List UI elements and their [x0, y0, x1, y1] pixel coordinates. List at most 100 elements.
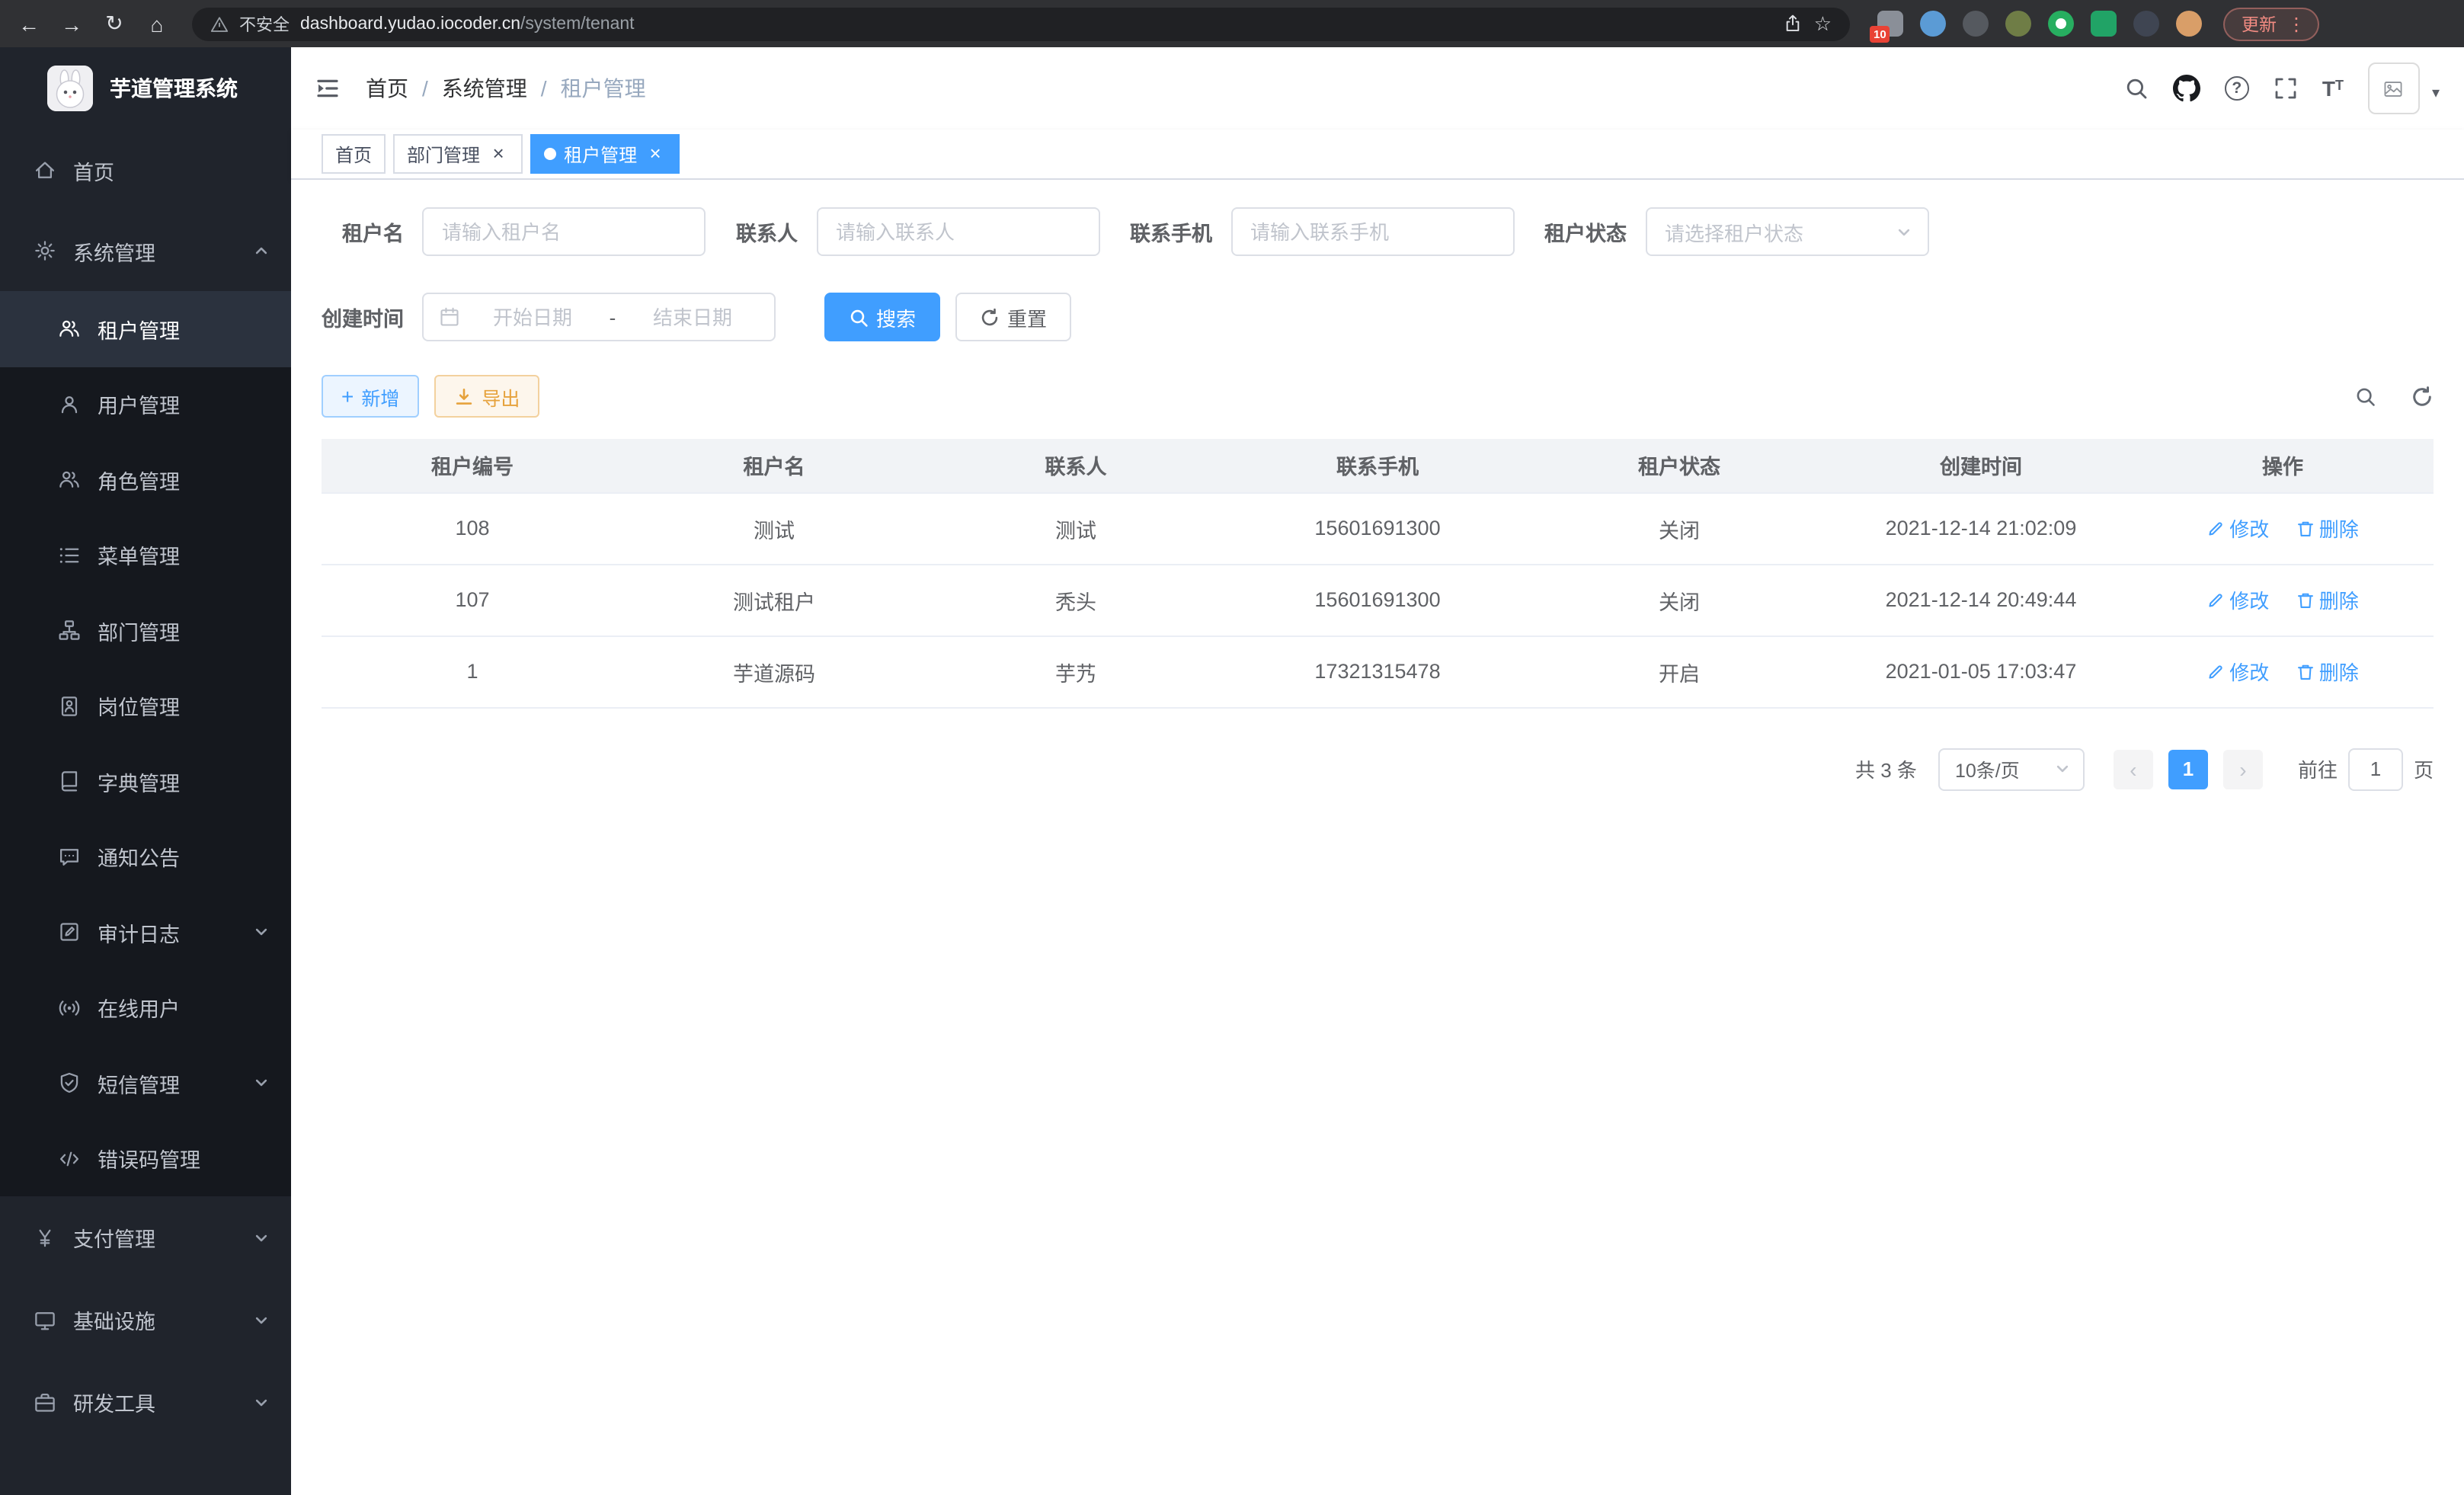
app-logo[interactable]: 芋道管理系统 [0, 47, 291, 130]
sidebar-item-dept-mgmt[interactable]: 部门管理 [0, 593, 291, 668]
fullscreen-icon[interactable] [2274, 76, 2298, 101]
goto-page-input[interactable] [2348, 748, 2403, 790]
add-button[interactable]: + 新增 [322, 375, 419, 418]
export-button[interactable]: 导出 [434, 375, 539, 418]
sidebar-item-role-mgmt[interactable]: 角色管理 [0, 442, 291, 517]
contact-input[interactable] [816, 207, 1099, 256]
org-tree-icon [58, 619, 81, 642]
address-bar[interactable]: 不安全 dashboard.yudao.iocoder.cn/system/te… [192, 7, 1850, 40]
create-time-range-picker[interactable]: - [422, 293, 776, 341]
id-badge-icon [58, 695, 81, 718]
end-date-input[interactable] [626, 306, 759, 328]
chevron-down-icon [253, 1075, 270, 1092]
sidebar-item-notice[interactable]: 通知公告 [0, 819, 291, 895]
edit-link[interactable]: 修改 [2206, 514, 2269, 543]
prev-page-button[interactable]: ‹ [2114, 749, 2153, 789]
gear-icon [34, 239, 56, 262]
share-icon[interactable] [1784, 14, 1803, 34]
filter-label-status: 租户状态 [1544, 216, 1645, 247]
tab-home[interactable]: 首页 [322, 134, 386, 174]
tab-close-icon[interactable]: × [645, 143, 666, 165]
reload-icon[interactable]: ↻ [94, 4, 134, 43]
phone-input[interactable] [1230, 207, 1514, 256]
tab-tenant-mgmt[interactable]: 租户管理× [530, 134, 680, 174]
extension-icon-5[interactable] [2048, 11, 2074, 37]
sidebar-item-payment-mgmt[interactable]: 支付管理 [0, 1196, 291, 1279]
column-header-name: 租户名 [623, 439, 925, 492]
tenant-status-select[interactable]: 请选择租户状态 [1645, 207, 1928, 256]
toggle-search-icon[interactable] [2354, 385, 2377, 408]
cell-actions: 修改 删除 [2132, 564, 2434, 635]
extension-icon-4[interactable] [2005, 11, 2031, 37]
font-size-icon[interactable]: TT [2322, 78, 2344, 99]
sidebar-item-dev-tools[interactable]: 研发工具 [0, 1361, 291, 1443]
page-button-1[interactable]: 1 [2168, 749, 2208, 789]
browser-home-icon[interactable]: ⌂ [137, 4, 177, 43]
sidebar-item-label: 租户管理 [98, 314, 180, 344]
url-path: /system/tenant [520, 14, 635, 33]
refresh-icon [980, 307, 1000, 327]
sidebar-item-infrastructure[interactable]: 基础设施 [0, 1279, 291, 1361]
back-icon[interactable]: ← [9, 4, 49, 43]
pagination-total: 共 3 条 [1855, 754, 1917, 783]
url-text: dashboard.yudao.iocoder.cn/system/tenant [300, 14, 635, 33]
cell-status: 关闭 [1528, 564, 1830, 635]
tab-active-dot [544, 148, 556, 160]
sidebar-item-home[interactable]: 首页 [0, 130, 291, 210]
page-size-select[interactable]: 10条/页 [1938, 748, 2085, 790]
forward-icon[interactable]: → [52, 4, 91, 43]
edit-icon [2206, 519, 2225, 537]
tenant-name-input[interactable] [422, 207, 706, 256]
sidebar-item-error-code-mgmt[interactable]: 错误码管理 [0, 1121, 291, 1196]
sidebar-item-menu-mgmt[interactable]: 菜单管理 [0, 517, 291, 593]
user-avatar[interactable] [2368, 62, 2420, 114]
sidebar-item-dict-mgmt[interactable]: 字典管理 [0, 744, 291, 819]
extension-badge: 10 [1870, 25, 1890, 43]
table-toolbar: + 新增 导出 [322, 375, 2434, 418]
search-button[interactable]: 搜索 [824, 293, 940, 341]
sidebar-item-audit-log[interactable]: 审计日志 [0, 895, 291, 970]
extensions-tray: 10 [1877, 11, 2202, 37]
sidebar-item-system-mgmt[interactable]: 系统管理 [0, 210, 291, 291]
column-header-contact: 联系人 [925, 439, 1227, 492]
browser-update-button[interactable]: 更新 ⋮ [2223, 7, 2319, 40]
page-size-value: 10条/页 [1955, 754, 2054, 783]
delete-link[interactable]: 删除 [2296, 514, 2359, 543]
extensions-puzzle-icon[interactable] [2133, 11, 2159, 37]
tab-dept-mgmt[interactable]: 部门管理× [393, 134, 523, 174]
table-row: 107 测试租户 秃头 15601691300 关闭 2021-12-14 20… [322, 564, 2434, 635]
bookmark-star-icon[interactable]: ☆ [1814, 11, 1832, 36]
edit-link[interactable]: 修改 [2206, 585, 2269, 614]
profile-avatar-icon[interactable] [2176, 11, 2202, 37]
extension-icon-3[interactable] [1963, 11, 1989, 37]
hamburger-icon[interactable] [314, 75, 341, 102]
edit-link[interactable]: 修改 [2206, 657, 2269, 686]
tab-close-icon[interactable]: × [488, 143, 509, 165]
next-page-button[interactable]: › [2223, 749, 2263, 789]
delete-link[interactable]: 删除 [2296, 657, 2359, 686]
start-date-input[interactable] [466, 306, 599, 328]
extension-icon-2[interactable] [1920, 11, 1946, 37]
extension-icon-6[interactable] [2091, 11, 2117, 37]
sidebar-item-post-mgmt[interactable]: 岗位管理 [0, 668, 291, 744]
breadcrumb-home[interactable]: 首页 [366, 73, 408, 104]
pagination: 共 3 条 10条/页 ‹ 1 › 前往 页 [322, 748, 2434, 790]
delete-link[interactable]: 删除 [2296, 585, 2359, 614]
sidebar-item-user-mgmt[interactable]: 用户管理 [0, 367, 291, 442]
sidebar-item-sms-mgmt[interactable]: 短信管理 [0, 1045, 291, 1121]
cell-status: 开启 [1528, 635, 1830, 707]
reset-button[interactable]: 重置 [955, 293, 1071, 341]
header-search-icon[interactable] [2124, 76, 2149, 101]
help-icon[interactable]: ? [2225, 76, 2249, 101]
github-icon[interactable] [2173, 75, 2200, 102]
browser-menu-icon[interactable]: ⋮ [2287, 13, 2306, 34]
monitor-icon [34, 1308, 56, 1331]
refresh-table-icon[interactable] [2411, 385, 2434, 408]
avatar-caret-icon[interactable]: ▾ [2432, 85, 2440, 114]
plus-icon: + [341, 386, 354, 407]
breadcrumb-system-mgmt[interactable]: 系统管理 [442, 73, 527, 104]
delete-icon [2296, 519, 2315, 537]
sidebar-item-tenant-mgmt[interactable]: 租户管理 [0, 291, 291, 367]
extension-icon-1[interactable]: 10 [1877, 11, 1903, 37]
sidebar-item-online-users[interactable]: 在线用户 [0, 970, 291, 1045]
